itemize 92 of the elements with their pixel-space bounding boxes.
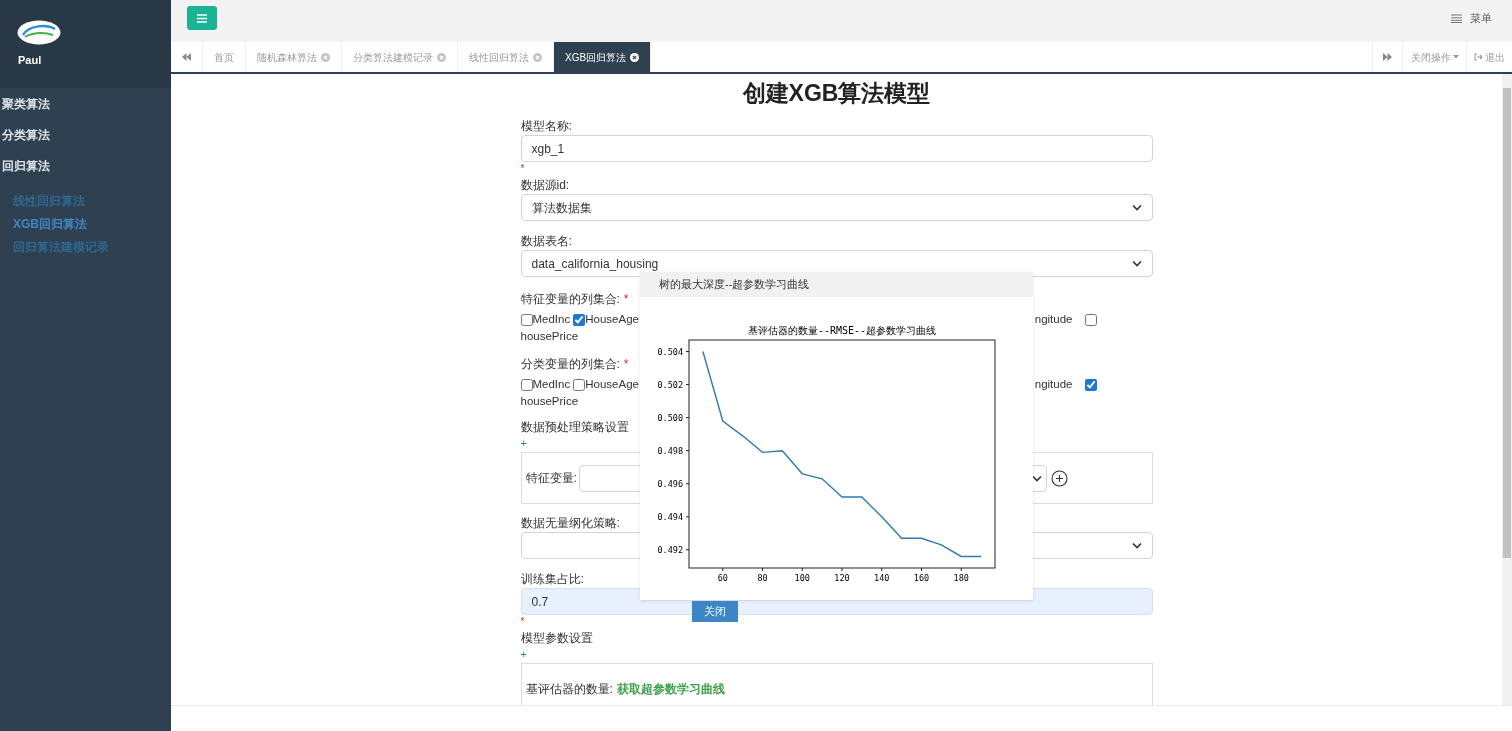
dialog-title: 树的最大深度--超参数学习曲线 <box>659 277 810 293</box>
x-tick: 120 <box>834 567 850 583</box>
plus-circle-icon[interactable] <box>1050 469 1068 487</box>
checkbox-label: HouseAge <box>585 312 639 328</box>
field-label: 特征变量的列集合: <box>520 292 620 306</box>
scrollbar[interactable] <box>1502 74 1512 705</box>
page-title: 创建XGB算法模型 <box>741 79 932 108</box>
x-tick-label: 140 <box>874 573 890 583</box>
field-label: 模型名称: <box>520 119 572 133</box>
menu-item[interactable]: 分类算法 <box>0 119 171 150</box>
y-tick-label: 0.504 <box>657 346 683 357</box>
y-tick-label: 0.496 <box>657 478 683 489</box>
text-field[interactable]: xgb_1 <box>520 135 1153 162</box>
close-icon[interactable] <box>630 52 640 62</box>
field-label: 数据表名: <box>520 234 572 248</box>
checkbox-label: MedInc <box>532 377 571 393</box>
checkbox[interactable] <box>520 379 533 391</box>
row-label: 基评估器的数量: <box>525 681 613 698</box>
checkbox[interactable] <box>573 314 586 326</box>
add-icon[interactable]: + <box>520 647 527 661</box>
page-tab[interactable]: 首页 <box>203 42 246 72</box>
select-field[interactable]: 算法数据集 <box>520 194 1153 221</box>
required-mark: * <box>623 356 629 373</box>
checkbox-label: ngitude <box>1034 377 1073 393</box>
y-tick: 0.498 <box>657 445 690 456</box>
caret-icon <box>1452 55 1459 59</box>
x-tick: 180 <box>953 567 969 583</box>
chevron-down-icon <box>1131 260 1142 267</box>
checkbox[interactable] <box>1084 379 1097 391</box>
x-tick-label: 60 <box>717 573 728 583</box>
chevron-down-icon <box>1131 204 1142 211</box>
x-tick-label: 100 <box>794 573 810 583</box>
x-tick-label: 120 <box>834 573 850 583</box>
checkbox[interactable] <box>1084 314 1097 326</box>
field-label: 训练集占比: <box>520 572 584 586</box>
menu-item[interactable]: 聚类算法 <box>0 88 171 119</box>
y-tick-label: 0.500 <box>657 412 683 423</box>
row-label: 特征变量: <box>525 470 577 487</box>
menu-icon <box>197 13 207 23</box>
x-tick: 140 <box>874 567 890 583</box>
logout-icon <box>1474 53 1482 61</box>
submenu-item[interactable]: XGB回归算法 <box>0 212 171 235</box>
y-tick: 0.500 <box>657 412 690 423</box>
field-label: 数据无量纲化策略: <box>520 516 620 530</box>
y-tick-label: 0.498 <box>657 445 683 456</box>
x-tick: 100 <box>794 567 810 583</box>
learning-curve-link[interactable]: 获取超参数学习曲线 <box>616 680 725 698</box>
checkbox-label: ngitude <box>1034 312 1073 328</box>
y-tick: 0.504 <box>657 346 690 357</box>
add-icon[interactable]: + <box>520 436 527 450</box>
checkbox[interactable] <box>573 379 586 391</box>
double-right-icon <box>1383 53 1392 61</box>
close-button[interactable]: 关闭 <box>692 601 738 622</box>
required-mark: * <box>623 291 629 308</box>
y-tick-label: 0.494 <box>657 511 683 522</box>
user-name: Paul <box>18 53 43 68</box>
y-tick: 0.494 <box>657 511 690 522</box>
checkbox-label: MedInc <box>532 312 571 328</box>
x-tick: 60 <box>717 567 728 583</box>
x-tick: 80 <box>757 567 768 583</box>
page-tab[interactable]: 随机森林算法 <box>246 42 342 72</box>
list-icon <box>1451 13 1462 23</box>
chart-title: 基评估器的数量--RMSE--超参数学习曲线 <box>747 325 937 336</box>
y-tick: 0.502 <box>657 379 690 390</box>
menu-toggle-button[interactable] <box>187 6 217 30</box>
checkbox-label: housePrice <box>520 329 579 344</box>
field-label: 分类变量的列集合: <box>520 357 620 371</box>
chevron-down-icon <box>1131 542 1142 549</box>
checkbox-label: HouseAge <box>585 377 639 393</box>
checkbox-label: housePrice <box>520 394 579 409</box>
x-tick-label: 80 <box>757 573 768 583</box>
y-tick-label: 0.492 <box>657 544 683 555</box>
y-tick: 0.496 <box>657 478 690 489</box>
x-tick: 160 <box>913 567 930 583</box>
double-left-icon <box>182 53 191 61</box>
x-tick-label: 180 <box>953 573 969 583</box>
close-actions-dropdown[interactable]: 关闭操作 <box>1402 42 1466 72</box>
logout-button[interactable]: 退出 <box>1466 42 1512 72</box>
y-tick: 0.492 <box>657 544 690 555</box>
required-mark: * <box>520 163 525 175</box>
page-tab[interactable]: XGB回归算法 <box>554 42 652 72</box>
logo-icon <box>17 20 61 45</box>
checkbox[interactable] <box>520 314 533 326</box>
field-label: 数据预处理策略设置 <box>520 420 629 434</box>
required-mark: * <box>520 616 525 628</box>
page-tab[interactable]: 分类算法建模记录 <box>342 42 458 72</box>
menu-link[interactable]: 菜单 <box>1451 9 1492 27</box>
x-tick-label: 160 <box>913 573 930 583</box>
field-label: 数据源id: <box>520 178 570 192</box>
field-label: 模型参数设置 <box>520 631 593 645</box>
y-tick-label: 0.502 <box>657 379 683 390</box>
menu-item[interactable]: 回归算法 <box>0 150 171 181</box>
